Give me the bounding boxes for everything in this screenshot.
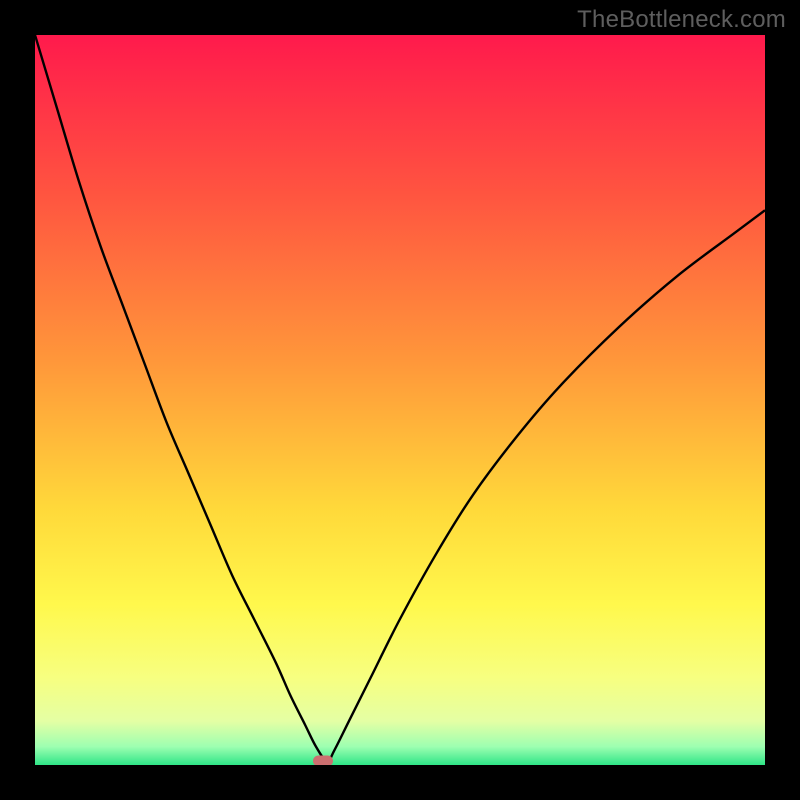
plot-area — [35, 35, 765, 765]
optimal-marker — [313, 755, 333, 765]
watermark-text: TheBottleneck.com — [577, 6, 786, 34]
chart-frame: TheBottleneck.com — [0, 0, 800, 800]
bottleneck-curve — [35, 35, 765, 765]
